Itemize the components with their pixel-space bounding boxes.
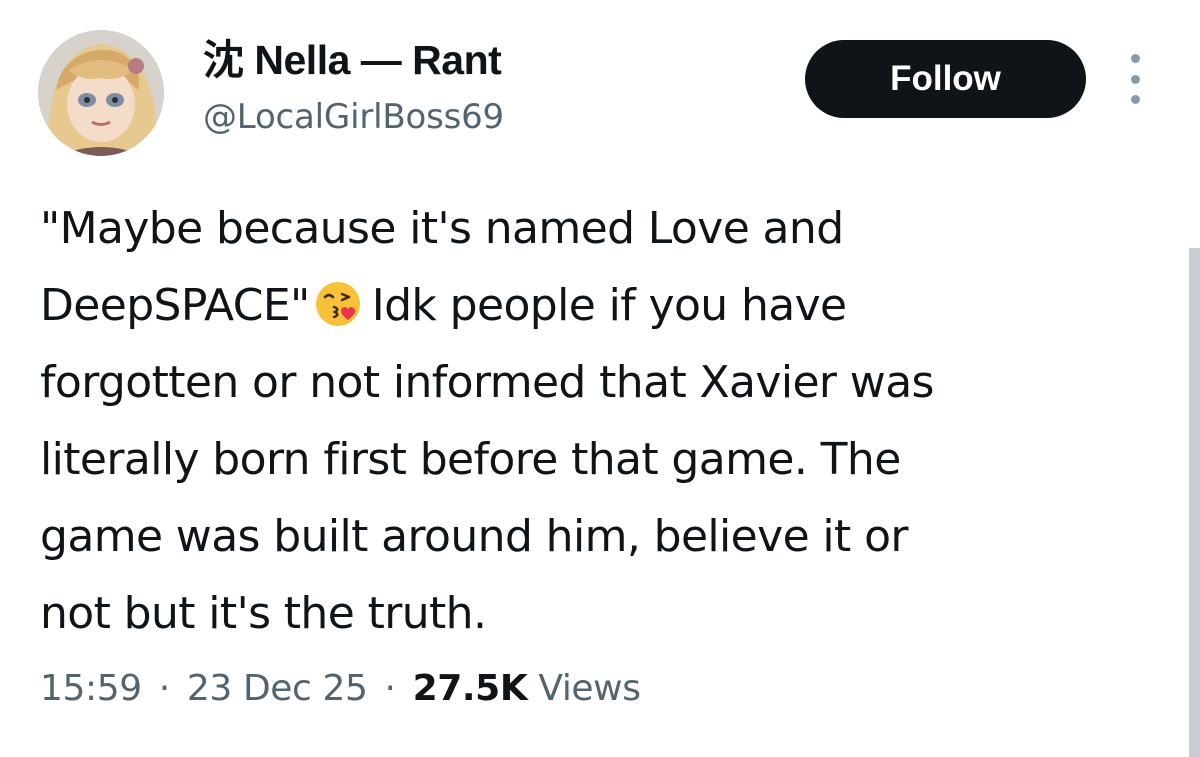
avatar-illustration: [38, 30, 164, 156]
tweet-text-segment: Idk people if you have: [371, 280, 847, 331]
tweet-card: 沈 Nella — Rant @LocalGirlBoss69 Follow "…: [0, 0, 1200, 757]
scrollbar[interactable]: [1189, 248, 1200, 757]
tweet-text-line: game was built around him, believe it or: [40, 511, 909, 562]
views-label: Views: [538, 668, 641, 709]
follow-button[interactable]: Follow: [805, 40, 1086, 118]
author-handle[interactable]: @LocalGirlBoss69: [203, 94, 504, 140]
more-vertical-icon[interactable]: [1118, 54, 1152, 104]
meta-separator: ·: [158, 668, 170, 709]
kiss-face-emoji-icon: [315, 282, 360, 326]
tweet-text-line: not but it's the truth.: [40, 588, 487, 639]
tweet-text: "Maybe because it's named Love and DeepS…: [40, 190, 1160, 652]
tweet-date[interactable]: 23 Dec 25: [187, 668, 368, 709]
menu-dot: [1130, 54, 1140, 63]
tweet-meta: 15:59 · 23 Dec 25 · 27.5K Views: [40, 664, 641, 714]
tweet-text-line: forgotten or not informed that Xavier wa…: [40, 357, 934, 408]
meta-separator: ·: [384, 668, 396, 709]
tweet-text-segment: DeepSPACE": [40, 280, 310, 331]
views-count[interactable]: 27.5K: [413, 668, 528, 709]
author-display-name[interactable]: 沈 Nella — Rant: [203, 34, 502, 86]
tweet-time[interactable]: 15:59: [40, 668, 142, 709]
tweet-text-line: "Maybe because it's named Love and: [40, 203, 844, 254]
menu-dot: [1130, 95, 1140, 104]
menu-dot: [1130, 74, 1140, 84]
tweet-text-line: literally born first before that game. T…: [40, 434, 901, 485]
avatar[interactable]: [38, 30, 164, 156]
tweet-text-line: DeepSPACE" Idk people if you have: [40, 267, 1160, 344]
